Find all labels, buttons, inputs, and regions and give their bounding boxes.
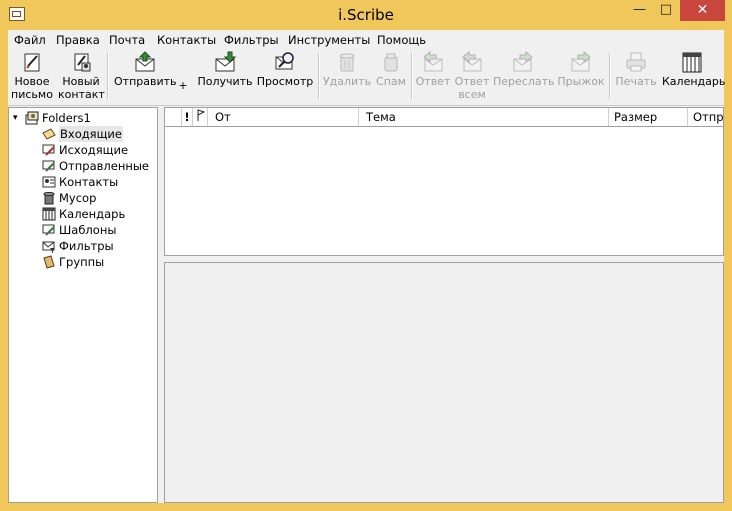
trash-can-icon	[336, 51, 358, 73]
menu-bar: Файл Правка Почта Контакты Фильтры Инстр…	[8, 30, 724, 49]
window-title: i.Scribe	[338, 6, 394, 24]
preview-pane[interactable]	[164, 262, 724, 503]
spam-button[interactable]: Спам	[374, 51, 408, 88]
new-mail-button[interactable]: Новое письмо	[11, 51, 53, 101]
forward-icon	[512, 50, 534, 73]
trash-icon	[42, 191, 56, 205]
menu-mail[interactable]: Почта	[109, 33, 145, 47]
bounce-button[interactable]: Прыжок	[556, 50, 606, 88]
column-header-priority[interactable]: !	[182, 108, 193, 126]
folder-item-label: Шаблоны	[59, 223, 117, 237]
sent-icon	[42, 159, 56, 173]
send-button[interactable]: Отправить	[114, 51, 177, 88]
title-bar[interactable]: i.Scribe — □ ✕	[0, 0, 732, 30]
app-window: i.Scribe — □ ✕ Файл Правка Почта Контакт…	[0, 0, 732, 511]
folder-item-label: Отправленные	[59, 159, 150, 173]
folder-tree[interactable]: ▾ Folders1 Входящие Исходящие Отправленн…	[8, 107, 158, 503]
print-button[interactable]: Печать	[614, 51, 658, 88]
printer-icon	[625, 51, 647, 73]
tree-root-label: Folders1	[42, 111, 91, 125]
reply-all-button[interactable]: Ответ всем	[452, 50, 492, 101]
column-header-subject[interactable]: Тема	[359, 108, 609, 126]
toolbar-separator	[609, 53, 611, 99]
toolbar: Новое письмо Новый контакт Отправить + П…	[8, 49, 725, 106]
new-contact-icon	[70, 51, 92, 73]
calendar-button[interactable]: Календарь	[662, 51, 725, 88]
send-options-button[interactable]: +	[178, 79, 188, 92]
toolbar-separator	[318, 53, 320, 99]
folder-item-label: Исходящие	[59, 143, 129, 157]
menu-contacts[interactable]: Контакты	[157, 33, 216, 47]
toolbar-separator	[411, 53, 413, 99]
inbox-icon	[42, 127, 56, 141]
preview-button[interactable]: Просмотр	[255, 51, 315, 88]
new-mail-icon	[21, 51, 43, 73]
column-header-size[interactable]: Размер	[609, 108, 688, 126]
menu-help[interactable]: Помощь	[377, 33, 426, 47]
folder-item-label: Фильтры	[59, 239, 114, 253]
reply-button[interactable]: Ответ	[415, 50, 451, 88]
menu-edit[interactable]: Правка	[56, 33, 100, 47]
receive-button[interactable]: Получить	[196, 51, 254, 88]
groups-icon	[42, 255, 56, 269]
outbox-icon	[42, 143, 56, 157]
column-header-from[interactable]: От	[208, 108, 359, 126]
folder-item-label: Мусор	[59, 191, 97, 205]
column-header-row: ! От Тема Размер Отпр	[165, 108, 723, 127]
delete-button[interactable]: Удалить	[322, 51, 372, 88]
column-header-spacer	[165, 108, 182, 126]
client-area: Файл Правка Почта Контакты Фильтры Инстр…	[8, 30, 725, 503]
folder-item-label: Календарь	[59, 207, 126, 221]
close-button[interactable]: ✕	[680, 0, 725, 21]
reply-all-icon	[461, 50, 483, 73]
bounce-icon	[570, 50, 592, 73]
toolbar-separator	[107, 53, 109, 99]
folder-item-label: Контакты	[59, 175, 119, 189]
menu-tools[interactable]: Инструменты	[288, 33, 370, 47]
forward-button[interactable]: Переслать	[493, 50, 555, 88]
collapse-icon[interactable]: ▾	[13, 111, 22, 125]
filters-icon	[42, 239, 56, 253]
folders-root-icon	[25, 111, 39, 125]
templates-icon	[42, 223, 56, 237]
column-header-sent[interactable]: Отпр	[688, 108, 723, 126]
maximize-button[interactable]: □	[653, 0, 679, 21]
minimize-button[interactable]: —	[626, 0, 653, 21]
preview-mail-icon	[274, 51, 296, 73]
message-list[interactable]: ! От Тема Размер Отпр	[164, 107, 724, 256]
folder-item-label: Входящие	[59, 126, 123, 142]
menu-file[interactable]: Файл	[14, 33, 46, 47]
new-contact-button[interactable]: Новый контакт	[58, 51, 105, 101]
calendar-icon	[42, 207, 56, 221]
send-mail-icon	[134, 51, 156, 73]
spam-icon	[380, 51, 402, 73]
contacts-icon	[42, 175, 56, 189]
receive-mail-icon	[214, 51, 237, 73]
menu-filters[interactable]: Фильтры	[224, 33, 279, 47]
flag-icon	[196, 109, 205, 124]
column-header-flag[interactable]	[193, 108, 208, 126]
reply-icon	[422, 50, 444, 73]
folder-item-label: Группы	[59, 255, 105, 269]
calendar-icon	[681, 51, 703, 73]
